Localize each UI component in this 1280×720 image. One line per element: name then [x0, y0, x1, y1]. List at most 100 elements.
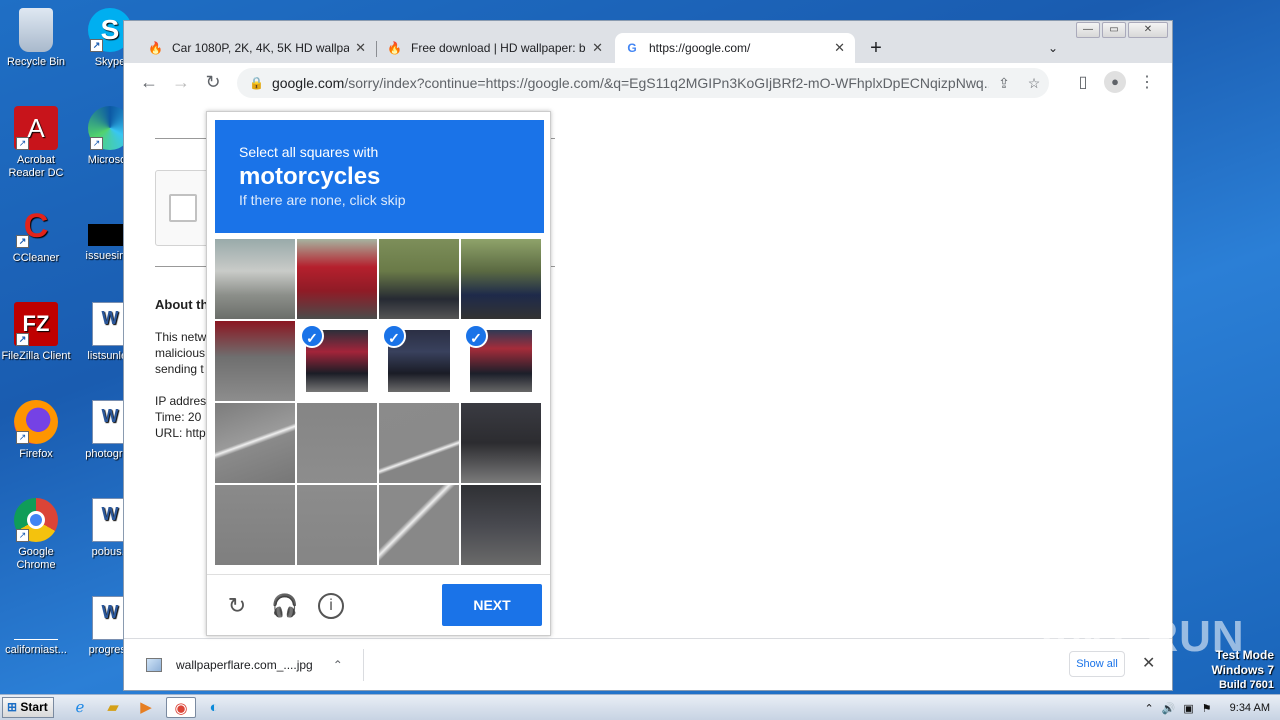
- star-icon[interactable]: ☆: [1019, 75, 1049, 92]
- anyrun-logo: ANY RUN: [1038, 612, 1245, 661]
- profile-icon[interactable]: ●: [1104, 71, 1126, 93]
- recaptcha-checkbox[interactable]: [169, 194, 197, 222]
- image-file-icon: [146, 658, 162, 672]
- desktop-icon-label: CCleaner: [12, 252, 60, 264]
- show-hidden-icons[interactable]: ⌃: [1144, 702, 1153, 715]
- challenge-hint: If there are none, click skip: [239, 192, 406, 208]
- captcha-tile[interactable]: ✓: [297, 321, 377, 401]
- test-mode-label: Test Mode: [1215, 648, 1274, 662]
- shortcut-arrow-icon: ↗: [16, 333, 29, 346]
- desktop-icon-label: Firefox: [19, 448, 53, 460]
- audio-challenge-icon[interactable]: 🎧: [270, 591, 300, 621]
- reload-button[interactable]: ↻: [202, 71, 224, 93]
- start-button[interactable]: ⊞ Start: [2, 697, 54, 718]
- fire-icon: 🔥: [387, 41, 402, 55]
- forward-button[interactable]: →: [170, 71, 192, 93]
- next-button[interactable]: NEXT: [442, 584, 542, 626]
- tab-free-download[interactable]: 🔥 Free download | HD wallpaper: black ✕: [377, 33, 613, 63]
- shortcut-arrow-icon: ↗: [16, 137, 29, 150]
- desktop-icon-label: FileZilla Client: [1, 350, 71, 362]
- edge-taskbar-icon[interactable]: ◐: [202, 697, 226, 718]
- explorer-icon[interactable]: ▰: [101, 697, 125, 718]
- captcha-tile[interactable]: ✓: [461, 321, 541, 401]
- os-version-label: Windows 7: [1211, 663, 1274, 677]
- captcha-tile[interactable]: [215, 403, 295, 483]
- desktop-icon-firefox[interactable]: ↗ Firefox: [0, 400, 72, 461]
- desktop-icon-recycle-bin[interactable]: Recycle Bin: [0, 8, 72, 69]
- info-icon[interactable]: i: [318, 593, 344, 619]
- tile-image: [215, 321, 295, 401]
- captcha-tile[interactable]: [461, 403, 541, 483]
- captcha-tile[interactable]: [297, 485, 377, 565]
- lock-icon: 🔒: [249, 76, 264, 90]
- media-player-icon[interactable]: ▶: [134, 697, 158, 718]
- share-icon[interactable]: ⇪: [989, 75, 1019, 92]
- desktop-icon-californiast[interactable]: californiast...: [0, 596, 72, 657]
- desktop-icon-filezilla[interactable]: FZ ↗ FileZilla Client: [0, 302, 72, 363]
- desktop-icon-label: Skype: [94, 56, 126, 68]
- para-line: malicious: [155, 346, 206, 360]
- desktop-icon-chrome[interactable]: ↗ Google Chrome: [0, 498, 72, 572]
- para-line: sending t: [155, 362, 204, 376]
- captcha-tile[interactable]: [215, 485, 295, 565]
- about-heading: About th: [155, 297, 209, 312]
- tab-google[interactable]: G https://google.com/ ✕: [615, 33, 855, 63]
- windows-logo-icon: ⊞: [7, 700, 18, 714]
- chevron-up-icon[interactable]: ⌃: [333, 658, 343, 672]
- clock[interactable]: 9:34 AM: [1230, 702, 1270, 714]
- acrobat-icon: A ↗: [14, 106, 58, 150]
- shortcut-arrow-icon: ↗: [90, 39, 103, 52]
- close-tab-icon[interactable]: ✕: [355, 40, 366, 56]
- close-tab-icon[interactable]: ✕: [592, 40, 603, 56]
- blank-file-icon: [14, 596, 58, 640]
- captcha-tile[interactable]: [379, 403, 459, 483]
- action-center-icon[interactable]: ⚑: [1202, 702, 1212, 715]
- shortcut-arrow-icon: ↗: [16, 235, 29, 248]
- tile-image: [461, 403, 541, 483]
- captcha-tile[interactable]: [379, 485, 459, 565]
- desktop-icon-label: Google Chrome: [16, 546, 56, 571]
- tab-strip: 🔥 Car 1080P, 2K, 4K, 5K HD wallpapers ✕ …: [124, 29, 1172, 63]
- divider: [363, 649, 364, 681]
- chrome-taskbar-icon[interactable]: ◉: [166, 697, 196, 718]
- checkmark-icon: ✓: [300, 324, 324, 348]
- captcha-tile[interactable]: [461, 239, 541, 319]
- shortcut-arrow-icon: ↗: [90, 137, 103, 150]
- close-tab-icon[interactable]: ✕: [834, 40, 845, 56]
- recaptcha-challenge: Select all squares with motorcycles If t…: [206, 111, 551, 636]
- desktop-icon-label: californiast...: [5, 644, 67, 656]
- side-panel-icon[interactable]: ▯: [1072, 72, 1094, 92]
- captcha-tile[interactable]: [297, 403, 377, 483]
- desktop-icon-label: Recycle Bin: [6, 56, 66, 68]
- captcha-tile[interactable]: [215, 321, 295, 401]
- captcha-tile[interactable]: [379, 239, 459, 319]
- network-icon[interactable]: ▣: [1183, 702, 1193, 715]
- menu-icon[interactable]: ⋮: [1136, 72, 1158, 92]
- challenge-header: Select all squares with motorcycles If t…: [215, 120, 544, 233]
- captcha-tile[interactable]: [215, 239, 295, 319]
- tab-car-wallpapers[interactable]: 🔥 Car 1080P, 2K, 4K, 5K HD wallpapers ✕: [138, 33, 376, 63]
- new-tab-button[interactable]: +: [862, 33, 890, 63]
- volume-icon[interactable]: 🔊: [1162, 702, 1176, 715]
- download-bar: wallpaperflare.com_....jpg ⌃ Show all ✕: [124, 638, 1172, 690]
- filezilla-icon: FZ ↗: [14, 302, 58, 346]
- captcha-tile[interactable]: ✓: [379, 321, 459, 401]
- ie-icon[interactable]: ℯ: [68, 697, 92, 718]
- toolbar: ← → ↻ 🔒 google.com/sorry/index?continue=…: [124, 63, 1172, 101]
- back-button[interactable]: ←: [138, 71, 160, 93]
- captcha-tile[interactable]: [297, 239, 377, 319]
- address-bar[interactable]: 🔒 google.com/sorry/index?continue=https:…: [237, 68, 1049, 98]
- tab-search-button[interactable]: ⌄: [1040, 33, 1066, 63]
- ccleaner-icon: C ↗: [14, 204, 58, 248]
- checkmark-icon: ✓: [382, 324, 406, 348]
- captcha-tile[interactable]: [461, 485, 541, 565]
- reload-challenge-icon[interactable]: ↻: [222, 591, 252, 621]
- download-item[interactable]: wallpaperflare.com_....jpg ⌃: [146, 653, 356, 677]
- chevron-down-icon: ⌄: [1047, 41, 1059, 55]
- desktop-icon-acrobat[interactable]: A ↗ Acrobat Reader DC: [0, 106, 72, 180]
- para-line: This netw: [155, 330, 207, 344]
- desktop-icon-ccleaner[interactable]: C ↗ CCleaner: [0, 204, 72, 265]
- tab-title: Free download | HD wallpaper: black: [411, 41, 586, 55]
- system-tray: ⌃ 🔊 ▣ ⚑ 9:34 AM: [1144, 695, 1276, 720]
- tile-image: [215, 485, 295, 565]
